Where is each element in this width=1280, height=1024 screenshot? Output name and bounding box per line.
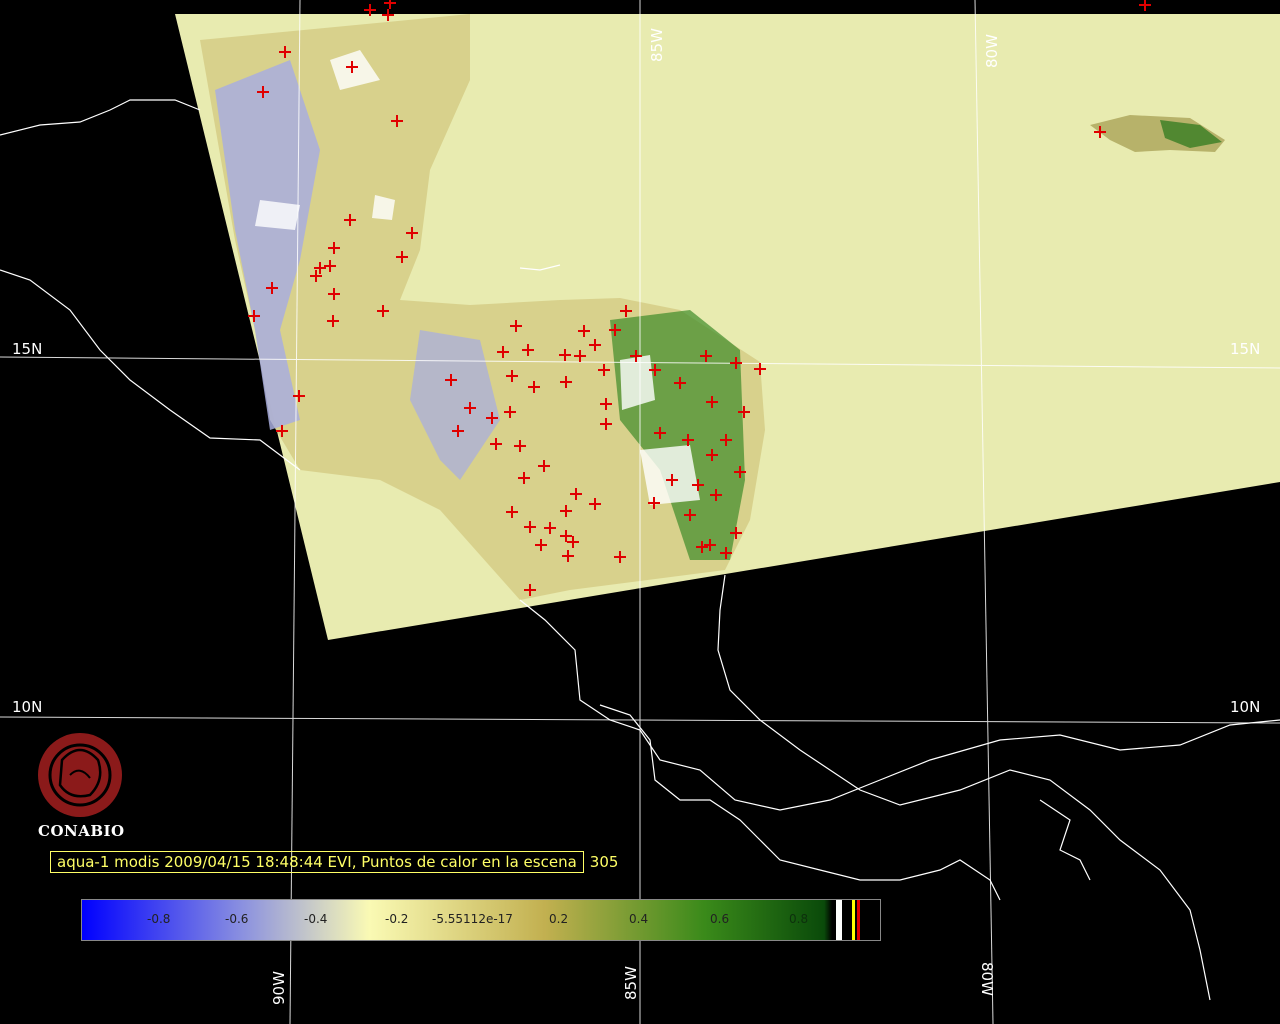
- colorbar-cloud-swatch: [836, 900, 842, 940]
- lon-label-bottom-80w: 80W: [978, 962, 996, 996]
- caption-text: aqua-1 modis 2009/04/15 18:48:44 EVI, Pu…: [50, 851, 584, 873]
- colorbar-tick: 0.4: [629, 912, 649, 926]
- evi-colorbar: -0.8 -0.6 -0.4 -0.2 -5.55112e-17 0.2 0.4…: [81, 899, 881, 941]
- lat-label-left-15n: 15N: [12, 340, 43, 358]
- hotspot-marker: [384, 0, 396, 9]
- lon-label-top-80w: 80W: [983, 34, 1001, 68]
- lat-label-right-15n: 15N: [1230, 340, 1261, 358]
- colorbar-tick: -0.2: [385, 912, 409, 926]
- colorbar-hotspot-swatch-red: [857, 900, 860, 940]
- hotspot-count: 305: [589, 853, 619, 871]
- hotspot-marker: [1139, 0, 1151, 11]
- lat-label-left-10n: 10N: [12, 698, 43, 716]
- colorbar-tick: -0.8: [147, 912, 171, 926]
- colorbar-tick: 0.8: [789, 912, 809, 926]
- conabio-logo-icon: [38, 733, 122, 817]
- colorbar-tick: 0.2: [549, 912, 569, 926]
- scene-caption: aqua-1 modis 2009/04/15 18:48:44 EVI, Pu…: [50, 851, 618, 873]
- colorbar-tick: -0.4: [304, 912, 328, 926]
- logo-text: CONABIO: [38, 822, 125, 840]
- colorbar-hotspot-swatch-yellow: [852, 900, 855, 940]
- colorbar-tick: -0.6: [225, 912, 249, 926]
- lon-label-bottom-85w: 85W: [622, 966, 640, 1000]
- lon-label-top-85w: 85W: [648, 28, 666, 62]
- colorbar-tick: 0.6: [710, 912, 730, 926]
- colorbar-tick: -5.55112e-17: [432, 912, 513, 926]
- lat-label-right-10n: 10N: [1230, 698, 1261, 716]
- lon-label-bottom-90w: 90W: [270, 971, 288, 1005]
